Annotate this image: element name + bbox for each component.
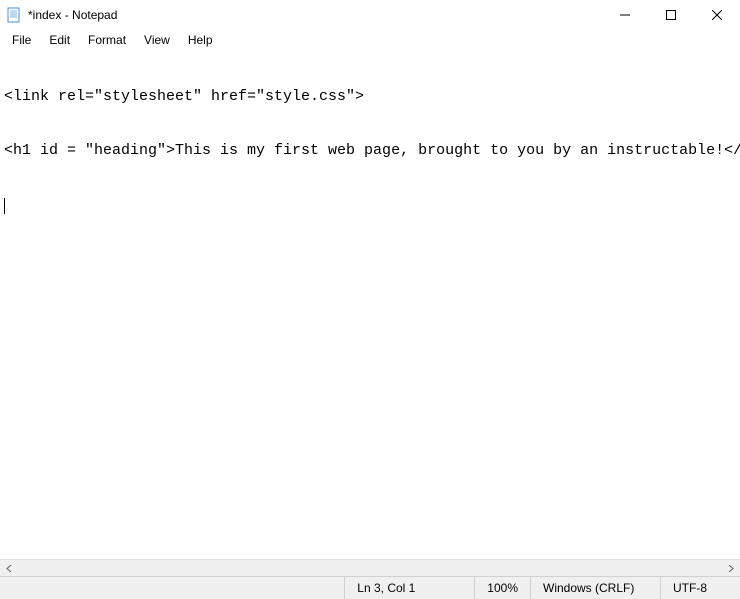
statusbar: Ln 3, Col 1 100% Windows (CRLF) UTF-8 (0, 576, 740, 599)
menu-view[interactable]: View (136, 31, 178, 49)
status-lineending: Windows (CRLF) (530, 577, 660, 599)
status-encoding: UTF-8 (660, 577, 740, 599)
status-position: Ln 3, Col 1 (344, 577, 474, 599)
text-cursor-icon (4, 198, 5, 214)
text-editor[interactable]: <link rel="stylesheet" href="style.css">… (0, 50, 740, 559)
menu-help[interactable]: Help (180, 31, 221, 49)
window-controls (602, 0, 740, 30)
horizontal-scrollbar[interactable] (0, 559, 740, 576)
menu-file[interactable]: File (4, 31, 39, 49)
close-button[interactable] (694, 0, 740, 30)
titlebar: *index - Notepad (0, 0, 740, 30)
menubar: File Edit Format View Help (0, 30, 740, 50)
editor-line: <link rel="stylesheet" href="style.css"> (4, 88, 736, 106)
editor-line: <h1 id = "heading">This is my first web … (4, 142, 736, 160)
minimize-button[interactable] (602, 0, 648, 30)
editor-line (4, 196, 736, 214)
notepad-icon (6, 7, 22, 23)
menu-format[interactable]: Format (80, 31, 134, 49)
maximize-button[interactable] (648, 0, 694, 30)
titlebar-left: *index - Notepad (6, 7, 117, 23)
scroll-left-icon[interactable] (2, 561, 17, 576)
window-title: *index - Notepad (28, 8, 117, 22)
scroll-right-icon[interactable] (723, 561, 738, 576)
status-zoom: 100% (474, 577, 530, 599)
menu-edit[interactable]: Edit (41, 31, 78, 49)
